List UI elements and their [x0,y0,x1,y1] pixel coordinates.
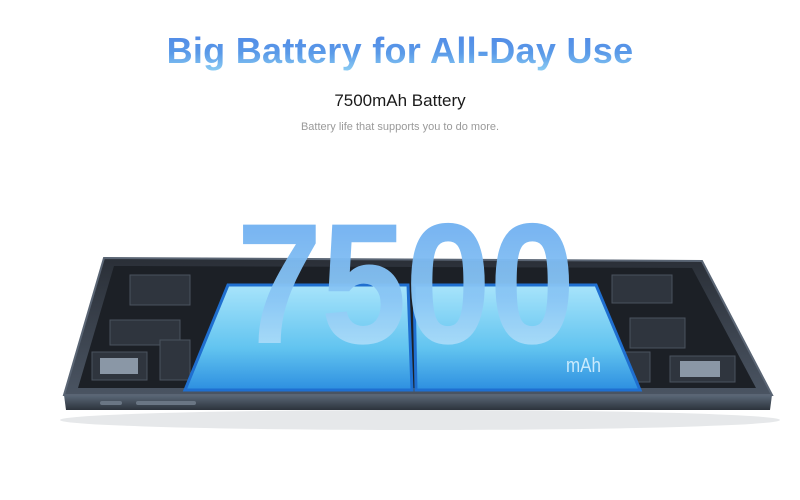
shadow [60,410,780,430]
button-left [100,401,122,405]
capacity-unit: mAh [566,355,601,377]
capacity-number: 7500 [236,188,575,380]
volume-button [136,401,196,405]
chip-left [100,358,138,374]
chip-right [680,361,720,377]
